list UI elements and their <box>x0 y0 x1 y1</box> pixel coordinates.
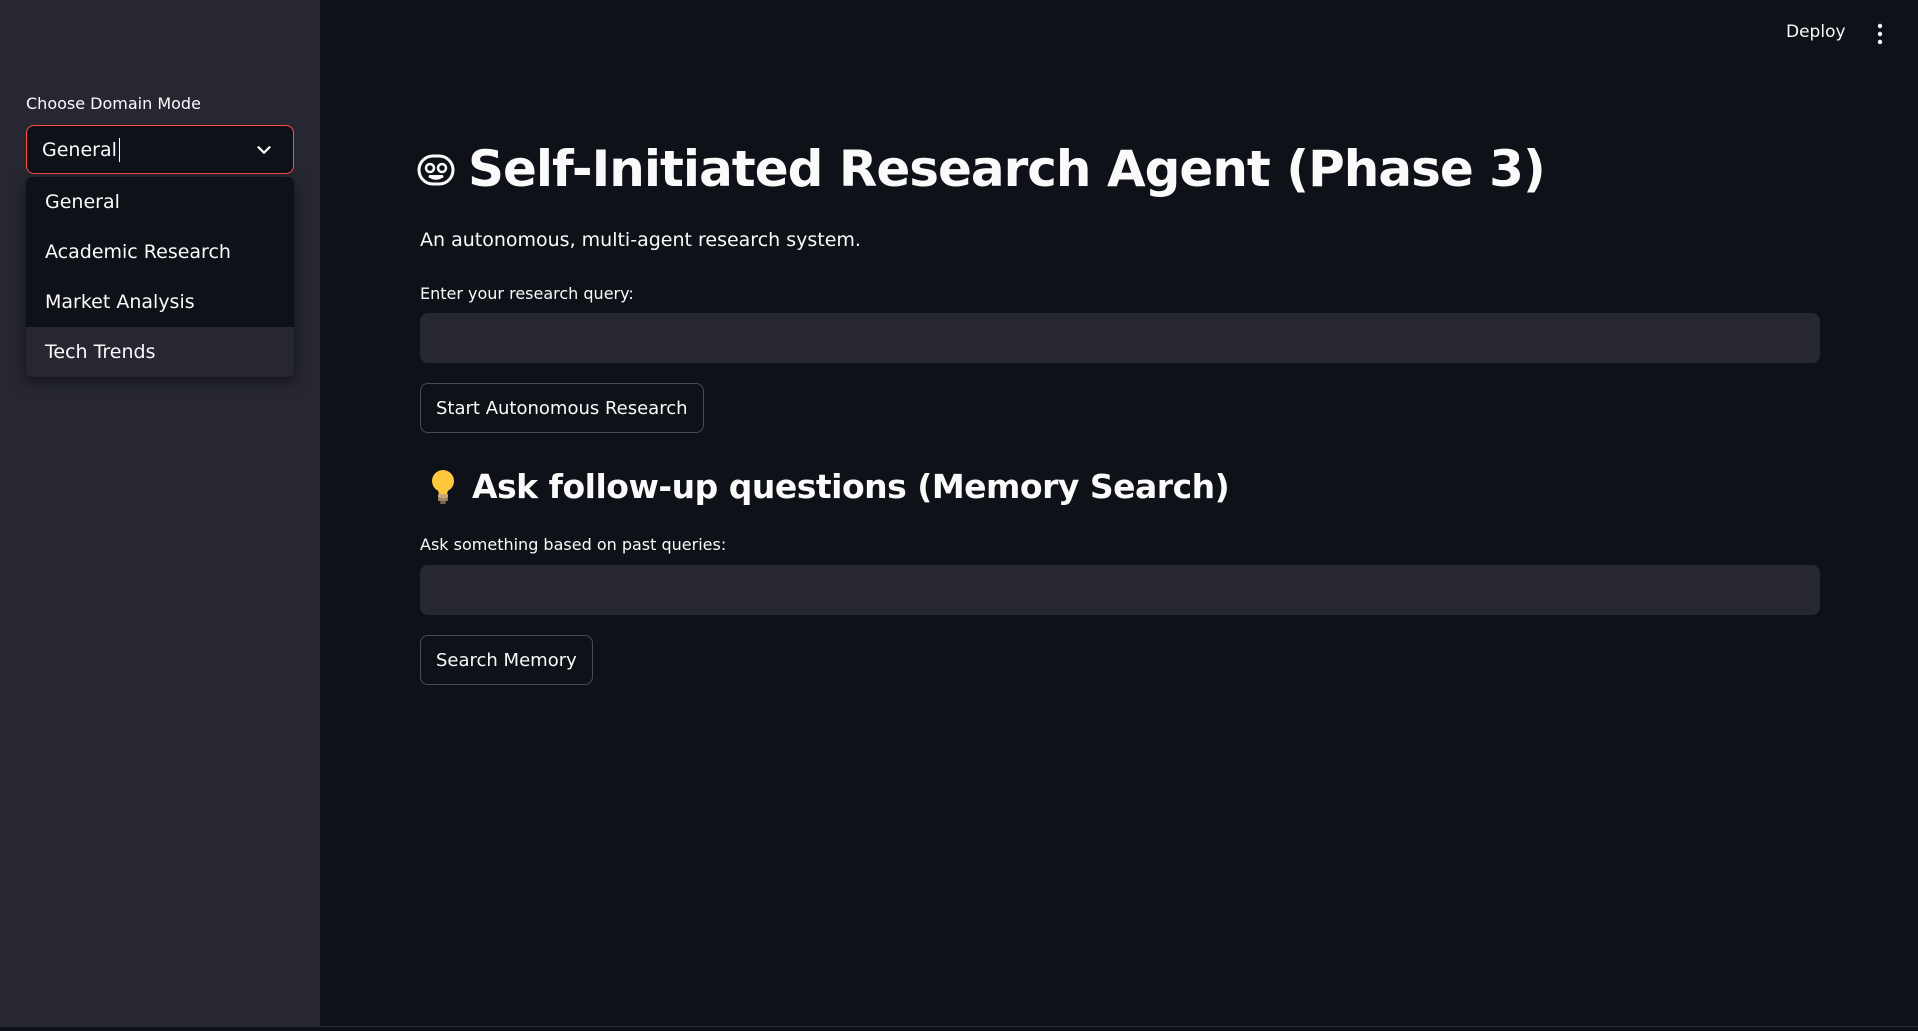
lightbulb-icon <box>432 469 454 504</box>
domain-mode-select-value: General <box>42 138 117 161</box>
memory-query-input[interactable] <box>420 565 1820 615</box>
text-cursor <box>118 137 120 162</box>
domain-mode-label: Choose Domain Mode <box>26 94 201 113</box>
robot-face-icon <box>417 154 455 186</box>
research-query-label: Enter your research query: <box>420 284 634 303</box>
bottom-divider <box>0 1026 1918 1031</box>
search-memory-button[interactable]: Search Memory <box>420 635 593 685</box>
page-title-text: Self-Initiated Research Agent (Phase 3) <box>468 140 1546 198</box>
sidebar: Choose Domain Mode General General Acade… <box>0 0 320 1026</box>
domain-mode-select[interactable]: General <box>26 125 294 174</box>
dropdown-option-market-analysis[interactable]: Market Analysis <box>26 277 294 327</box>
dropdown-option-tech-trends[interactable]: Tech Trends <box>26 327 294 377</box>
deploy-button[interactable]: Deploy <box>1786 22 1846 42</box>
dropdown-option-general[interactable]: General <box>26 177 294 227</box>
followup-heading-text: Ask follow-up questions (Memory Search) <box>472 467 1230 506</box>
dropdown-option-academic-research[interactable]: Academic Research <box>26 227 294 277</box>
start-research-button[interactable]: Start Autonomous Research <box>420 383 704 433</box>
vertical-dots-icon[interactable] <box>1871 22 1889 46</box>
research-query-input[interactable] <box>420 313 1820 363</box>
memory-query-label: Ask something based on past queries: <box>420 535 727 554</box>
domain-mode-dropdown: General Academic Research Market Analysi… <box>26 177 294 377</box>
chevron-down-icon[interactable] <box>253 139 275 161</box>
page-title: Self-Initiated Research Agent (Phase 3) <box>417 140 1546 198</box>
followup-heading: Ask follow-up questions (Memory Search) <box>420 467 1230 506</box>
page-subtitle: An autonomous, multi-agent research syst… <box>420 229 861 251</box>
